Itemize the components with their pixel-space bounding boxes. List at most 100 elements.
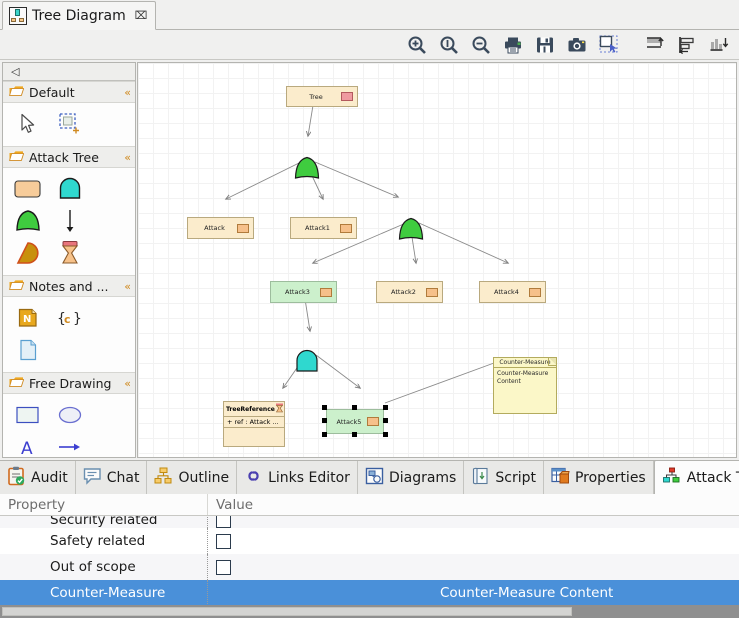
property-value[interactable]: Counter-Measure Content xyxy=(208,580,739,606)
table-row[interactable]: Counter-Measure Counter-Measure Content xyxy=(0,580,739,606)
checkbox-security-related[interactable] xyxy=(216,516,231,528)
palette-group-label: Free Drawing xyxy=(29,375,112,391)
select-tool-icon[interactable] xyxy=(7,108,49,140)
tab-chat[interactable]: Chat xyxy=(75,461,148,494)
select-area-icon[interactable] xyxy=(597,33,621,57)
tree-diagram-icon xyxy=(9,6,27,25)
palette-group-notes[interactable]: Notes and ... « xyxy=(3,275,135,297)
property-value[interactable] xyxy=(208,516,739,528)
chevron-collapse-icon[interactable]: « xyxy=(124,280,131,293)
chevron-collapse-icon[interactable]: « xyxy=(124,377,131,390)
node-type-icon xyxy=(340,223,352,233)
svg-text:c: c xyxy=(64,313,71,326)
diagram-node-or-gate-2[interactable] xyxy=(397,216,425,242)
resize-handle-sw[interactable] xyxy=(322,432,327,437)
diagram-node-attack1[interactable]: Attack1 xyxy=(290,217,357,239)
align-top-icon[interactable] xyxy=(643,33,667,57)
horizontal-scrollbar[interactable] xyxy=(0,605,739,618)
document-icon[interactable] xyxy=(7,334,49,366)
resize-handle-ne[interactable] xyxy=(383,405,388,410)
tab-outline[interactable]: Outline xyxy=(147,461,238,494)
zoom-actual-icon[interactable] xyxy=(437,33,461,57)
chevron-collapse-icon[interactable]: « xyxy=(124,86,131,99)
scrollbar-thumb[interactable] xyxy=(2,607,572,616)
diagram-canvas-scroll[interactable]: Tree Attack Attack1 Attack3 Attack2 Atta… xyxy=(137,62,737,458)
diagram-node-and-gate-3[interactable] xyxy=(294,349,320,374)
note-icon[interactable]: N xyxy=(7,302,49,334)
tree-reference-spacer xyxy=(224,428,284,442)
diagram-node-attack5-selection[interactable]: Attack5 xyxy=(321,405,389,438)
node-label: Attack xyxy=(204,224,225,232)
diagram-node-attack[interactable]: Attack xyxy=(187,217,254,239)
rectangle-icon[interactable] xyxy=(7,399,49,431)
palette-items-free-drawing: A xyxy=(3,394,135,457)
diagram-node-tree[interactable]: Tree xyxy=(286,86,358,107)
tree-reference-node[interactable]: TreeReference + ref : Attack ... xyxy=(223,401,285,447)
node-label: Attack3 xyxy=(285,288,310,296)
zoom-out-icon[interactable] xyxy=(469,33,493,57)
arrow-icon[interactable] xyxy=(49,431,91,457)
diagram-node-or-gate-1[interactable] xyxy=(293,155,321,181)
resize-handle-n[interactable] xyxy=(352,405,357,410)
counter-measure-icon[interactable] xyxy=(7,237,49,269)
link-arrow-icon[interactable] xyxy=(49,205,91,237)
table-row[interactable]: Safety related xyxy=(0,528,739,554)
save-icon[interactable] xyxy=(533,33,557,57)
constraint-icon[interactable]: { c } xyxy=(49,302,91,334)
or-gate-icon[interactable] xyxy=(7,205,49,237)
palette-collapse-bar[interactable]: ◁ xyxy=(3,63,135,81)
property-value[interactable] xyxy=(208,528,739,554)
camera-icon[interactable] xyxy=(565,33,589,57)
properties-icon xyxy=(551,467,570,489)
marquee-tool-icon[interactable] xyxy=(49,108,91,140)
table-row[interactable]: Out of scope xyxy=(0,554,739,580)
resize-handle-w[interactable] xyxy=(322,418,327,423)
resize-handle-s[interactable] xyxy=(352,432,357,437)
table-row[interactable]: Security related xyxy=(0,516,739,528)
tree-reference-icon[interactable] xyxy=(49,237,91,269)
checkbox-out-of-scope[interactable] xyxy=(216,559,231,575)
checkbox-safety-related[interactable] xyxy=(216,533,231,549)
close-icon[interactable]: ⌧ xyxy=(135,9,148,22)
ellipse-icon[interactable] xyxy=(49,399,91,431)
tab-audit[interactable]: Audit xyxy=(0,461,76,494)
column-header-value[interactable]: Value xyxy=(208,494,739,515)
diagram-node-attack4[interactable]: Attack4 xyxy=(479,281,546,303)
diagram-canvas[interactable]: Tree Attack Attack1 Attack3 Attack2 Atta… xyxy=(138,63,736,457)
resize-handle-e[interactable] xyxy=(383,418,388,423)
chevron-collapse-icon[interactable]: « xyxy=(124,151,131,164)
palette-group-attack-tree[interactable]: Attack Tree « xyxy=(3,146,135,168)
svg-text:N: N xyxy=(23,314,31,325)
diagram-node-attack3[interactable]: Attack3 xyxy=(270,281,337,303)
script-icon xyxy=(471,467,490,489)
collapse-arrow-icon[interactable]: ◁ xyxy=(11,65,19,78)
resize-handle-se[interactable] xyxy=(383,432,388,437)
tab-links-editor[interactable]: Links Editor xyxy=(237,461,358,494)
tab-script[interactable]: Script xyxy=(464,461,544,494)
property-value[interactable] xyxy=(208,554,739,580)
node-type-icon xyxy=(426,287,438,297)
hourglass-icon xyxy=(275,403,284,415)
palette-group-free-drawing[interactable]: Free Drawing « xyxy=(3,372,135,394)
counter-measure-note[interactable]: Counter-Measure Counter-Measure Content xyxy=(493,357,557,414)
tab-attack-tree[interactable]: Attack Tree ⌧ xyxy=(653,460,739,494)
tab-properties[interactable]: Properties xyxy=(543,461,654,494)
palette-group-default[interactable]: Default « xyxy=(3,81,135,103)
editor-tab-tree-diagram[interactable]: Tree Diagram ⌧ xyxy=(2,1,157,30)
zoom-in-icon[interactable] xyxy=(405,33,429,57)
resize-handle-nw[interactable] xyxy=(322,405,327,410)
and-gate-icon[interactable] xyxy=(49,173,91,205)
folder-icon xyxy=(8,376,25,391)
tab-diagrams[interactable]: Diagrams xyxy=(357,461,465,494)
counter-measure-note-header: Counter-Measure xyxy=(494,358,556,368)
align-left-icon[interactable] xyxy=(675,33,699,57)
attack-node-icon[interactable] xyxy=(7,173,49,205)
print-icon[interactable] xyxy=(501,33,525,57)
diagram-node-attack2[interactable]: Attack2 xyxy=(376,281,443,303)
diagram-node-attack5[interactable]: Attack5 xyxy=(326,409,384,434)
text-icon[interactable]: A xyxy=(7,431,49,457)
distribute-icon[interactable] xyxy=(707,33,731,57)
chat-icon xyxy=(83,467,102,489)
column-header-property[interactable]: Property xyxy=(0,494,208,515)
editor-tabbar: Tree Diagram ⌧ xyxy=(0,0,739,30)
